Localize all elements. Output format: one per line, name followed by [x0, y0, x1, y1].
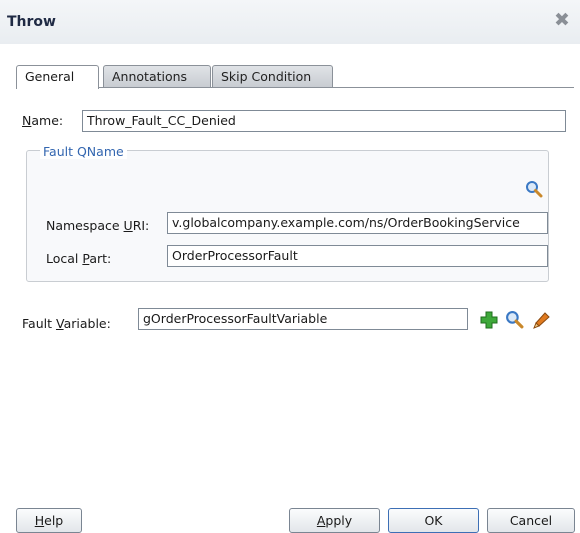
dialog-title: Throw [7, 14, 56, 30]
tab-skip-condition-label: Skip Condition [221, 69, 312, 84]
name-label: Name: [22, 113, 64, 128]
tab-annotations[interactable]: Annotations [103, 65, 211, 87]
apply-button[interactable]: Apply [289, 508, 380, 533]
help-button[interactable]: Help [16, 508, 82, 533]
namespace-uri-field[interactable]: v.globalcompany.example.com/ns/OrderBook… [167, 212, 548, 234]
add-icon[interactable] [479, 310, 499, 330]
local-part-field[interactable]: OrderProcessorFault [167, 245, 548, 267]
edit-icon[interactable] [531, 310, 551, 330]
close-icon[interactable]: ✖ [551, 9, 573, 31]
local-part-label: Local Part: [46, 251, 112, 266]
tab-annotations-label: Annotations [112, 69, 188, 84]
tab-skip-condition[interactable]: Skip Condition [212, 65, 333, 87]
fault-variable-label: Fault Variable: [22, 316, 111, 331]
cancel-button[interactable]: Cancel [487, 508, 575, 533]
fault-variable-field[interactable]: gOrderProcessorFaultVariable [138, 308, 468, 330]
tab-general[interactable]: General [16, 65, 99, 89]
title-bar: Throw ✖ [0, 0, 580, 44]
namespace-uri-label: Namespace URI: [46, 218, 150, 233]
search-icon[interactable] [505, 310, 524, 329]
ok-button[interactable]: OK [388, 508, 479, 533]
name-field[interactable]: Throw_Fault_CC_Denied [82, 110, 566, 132]
search-icon[interactable] [525, 180, 543, 198]
tab-general-label: General [25, 69, 75, 84]
fault-qname-legend: Fault QName [40, 144, 127, 159]
